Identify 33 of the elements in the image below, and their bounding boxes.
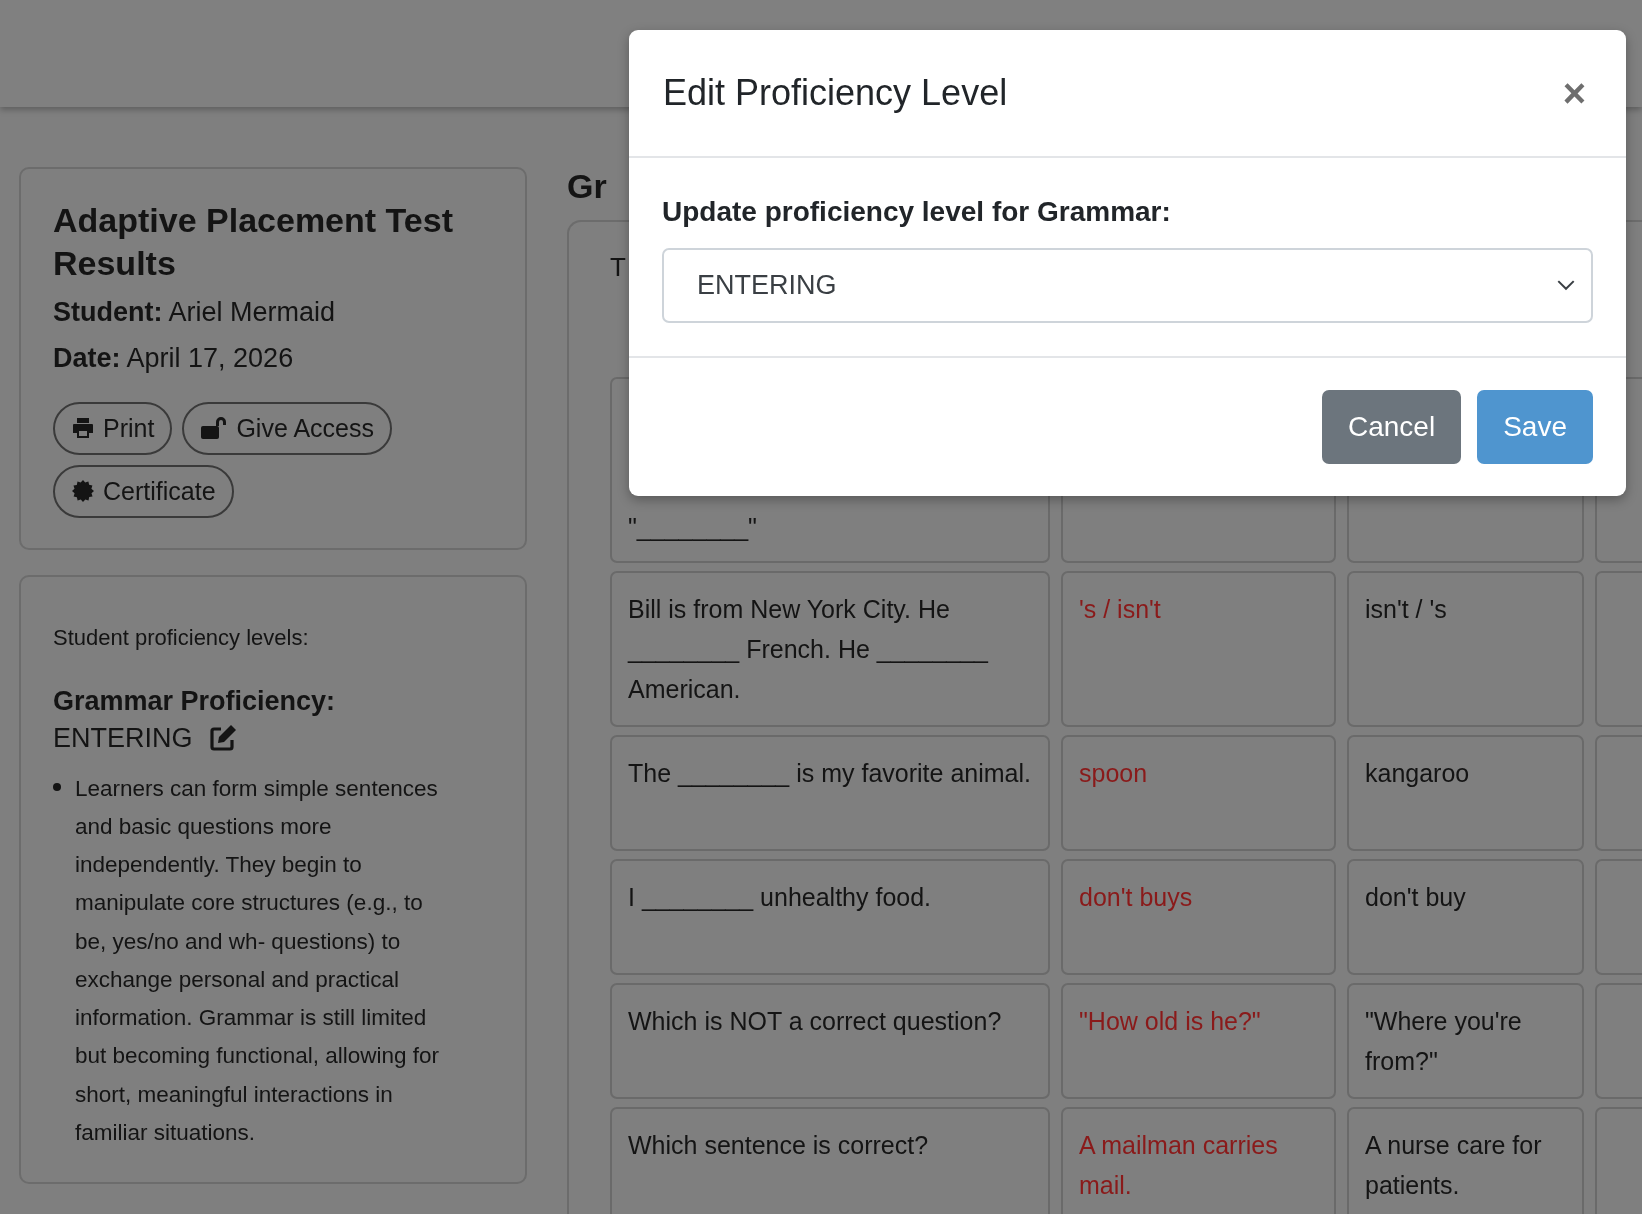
correct-answer-cell: A nurse care for patients. <box>1347 1107 1584 1214</box>
badge-button[interactable]: Certificate <box>53 464 234 518</box>
proficiency-intro: Student proficiency levels: <box>53 624 310 651</box>
proficiency-heading: Grammar Proficiency: <box>53 685 337 717</box>
level-description: Learners can form simple sentences and basic questions more independently. They begin to manipulate core structures (e.g., to be, yes/no and wh- questions) to exchange personal and practical information. Grammar is still limited but becoming functional, allowing for short, meaningful interactions in familiar situations. <box>75 774 440 1147</box>
question-cell: Which is NOT a correct question? <box>610 983 1050 1099</box>
answer-cell: A mailman carries mail. <box>1061 1107 1336 1214</box>
level-select[interactable]: ENTERING <box>662 248 1593 323</box>
close-button[interactable]: × <box>1554 73 1594 113</box>
question-cell: Which sentence is correct? <box>610 1107 1050 1214</box>
question-cell: I ________ unhealthy food. <box>610 859 1050 975</box>
proficiency-level: ENTERING <box>53 722 193 754</box>
correct-answer-cell: "Where you're from?" <box>1347 983 1584 1099</box>
print-button[interactable]: Print <box>53 401 173 455</box>
correct-answer-cell: isn't / 's <box>1347 571 1584 727</box>
answer-cell: don't buys <box>1061 859 1336 975</box>
save-button[interactable]: Save <box>1477 390 1593 464</box>
answer-cell: spoon <box>1061 735 1336 851</box>
results-title: Adaptive Placement Test Results <box>53 200 454 284</box>
correct-answer-cell: kangaroo <box>1347 735 1584 851</box>
modal-title: Edit Proficiency Level <box>663 72 1008 114</box>
answer-cell: "How old is he?" <box>1061 983 1336 1099</box>
field-label: Update proficiency level for Grammar: <box>662 196 1172 228</box>
question-cell: The ________ is my favorite animal. <box>610 735 1050 851</box>
section-heading: Gr <box>567 167 607 205</box>
table-header: T <box>610 252 626 283</box>
unlock-button[interactable]: Give Access <box>182 401 392 455</box>
test-date: Date: April 17, 2026 <box>53 341 295 375</box>
student-name: Student: Ariel Mermaid <box>53 296 337 329</box>
cancel-button[interactable]: Cancel <box>1322 390 1462 464</box>
question-cell: Bill is from New York City. He ________ French. He ________ American. <box>610 571 1050 727</box>
answer-cell: 's / isn't <box>1061 571 1336 727</box>
correct-answer-cell: don't buy <box>1347 859 1584 975</box>
